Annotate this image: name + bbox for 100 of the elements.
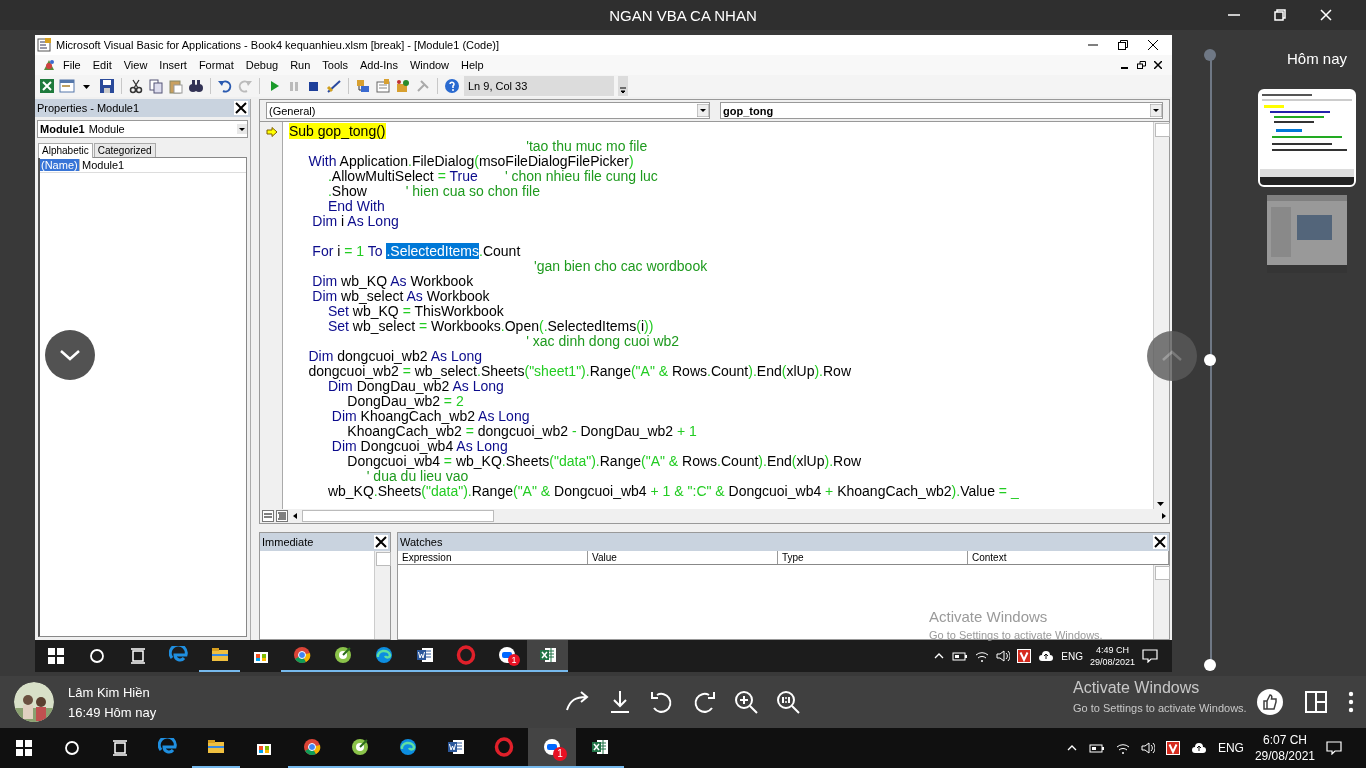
battery-icon[interactable] [1088,742,1105,754]
menu-item[interactable]: Tools [316,59,354,71]
notification-icon[interactable] [1142,649,1158,663]
scrollbar[interactable] [260,509,1169,523]
menu-item[interactable]: Add-Ins [354,59,404,71]
search-icon[interactable] [88,648,105,664]
code-line: Dim wb_KQ As Workbook [311,274,474,289]
close-icon[interactable] [1154,61,1162,69]
timeline-dot[interactable] [1204,49,1216,61]
menu-item[interactable]: Help [455,59,490,71]
menu-item[interactable]: Window [403,59,456,71]
project-icon[interactable] [355,78,371,94]
wifi-icon[interactable] [1115,742,1130,754]
scroll-thumb[interactable] [302,510,494,522]
restore-icon[interactable] [1118,40,1128,50]
tab[interactable]: Alphabetic [38,143,93,158]
scroll-thumb[interactable] [1155,123,1170,137]
code-line: KhoangCach_wb2 = dongcuoi_wb2 - DongDau_wb2 + 1 [346,424,697,439]
thumbnail[interactable] [1260,91,1354,185]
notification-icon[interactable] [1326,741,1342,755]
activation-message: Go to Settings to activate Windows. [1073,702,1247,714]
window-title: NGAN VBA CA NHAN [609,6,757,24]
language-indicator[interactable]: ENG [1217,741,1244,755]
battery-icon[interactable] [952,650,969,662]
language-indicator[interactable]: ENG [1061,650,1083,662]
help-icon[interactable] [444,78,460,94]
thumbnail[interactable] [1267,195,1347,273]
caret-icon [237,124,247,134]
close-icon[interactable] [234,101,248,115]
cloud-icon[interactable] [1038,650,1055,662]
app-icon [332,645,353,665]
code-line: 'gan bien cho cac wordbook [533,259,708,274]
task-view-icon[interactable] [129,648,146,664]
code-line: .Show ' hien cua so chon file [326,184,540,199]
undo-icon[interactable] [217,78,233,94]
task-view-icon[interactable] [112,740,128,756]
menu-item[interactable]: Debug [239,59,285,71]
clock[interactable]: 6:07 CH 29/08/2021 [1254,732,1315,764]
menu-item[interactable]: Run [284,59,317,71]
code-line: ' dua du lieu vao [366,469,469,484]
code-line: Dim wb_select As Workbook [311,289,490,304]
scroll-thumb[interactable] [376,552,391,566]
taskbar-button[interactable]: 1 [528,728,576,768]
wifi-icon[interactable] [975,650,990,662]
code-line: Dim KhoangCach_wb2 As Long [330,409,530,424]
find-icon[interactable] [188,78,204,94]
code-line: Dim DongDau_wb2 As Long [327,379,504,394]
save-icon[interactable] [99,78,115,94]
menu-item[interactable]: Insert [153,59,193,71]
start-icon[interactable] [16,740,32,756]
timeline-dot[interactable] [1204,354,1216,366]
antivirus-icon[interactable] [1165,741,1180,755]
spreadsheet-icon[interactable] [39,78,55,94]
activation-title: Activate Windows [929,608,1049,625]
like-icon[interactable] [1256,688,1284,716]
search-icon[interactable] [64,740,80,756]
clock[interactable]: 4:49 CH 29/08/2021 [1089,644,1135,668]
toolbar-options-icon[interactable] [618,76,628,96]
zoom-in-icon[interactable] [732,688,760,716]
start-icon[interactable] [47,648,64,664]
close-icon[interactable] [1153,535,1167,549]
volume-icon[interactable] [996,650,1011,662]
object-dropdown[interactable]: (General) [266,102,710,119]
code-line: .AllowMultiSelect = True ' chon nhieu file cung luc [326,169,658,184]
code-line: DongDau_wb2 = 2 [346,394,464,409]
property-name[interactable]: (Name) [40,159,80,171]
object-dropdown[interactable]: Module1 Module [37,120,248,138]
scroll-thumb[interactable] [1155,566,1170,580]
copy-icon[interactable] [148,78,164,94]
restore-icon[interactable] [1137,61,1146,69]
document-icon [446,737,466,757]
form-icon[interactable] [59,78,75,94]
scrollbar[interactable] [1153,565,1169,639]
menu-item[interactable]: Format [192,59,240,71]
code-line: Set wb_KQ = ThisWorkbook [326,304,504,319]
close-icon[interactable] [1148,40,1158,50]
design-icon[interactable] [326,78,342,94]
more-icon[interactable] [1348,690,1354,714]
menu-item[interactable]: File [57,59,87,71]
procedure-view-icon[interactable] [262,510,274,522]
scrollbar[interactable] [374,551,390,639]
taskbar-button[interactable] [527,640,568,672]
procedure-dropdown[interactable]: gop_tong [720,102,1163,119]
activation-message: Go to Settings to activate Windows. [929,629,1103,641]
volume-icon[interactable] [1140,742,1155,754]
cut-icon[interactable] [128,78,144,94]
caret-icon [697,104,709,117]
execution-arrow-icon [265,126,278,137]
tab[interactable]: Categorized [93,143,156,157]
close-icon[interactable] [374,535,388,549]
menu-item[interactable]: Edit [86,59,118,71]
menu-item[interactable]: View [117,59,154,71]
restore-icon[interactable] [1274,9,1286,21]
layout-icon[interactable] [1304,690,1328,714]
antivirus-icon[interactable] [1017,649,1032,663]
cloud-icon[interactable] [1190,742,1207,754]
app-icon [350,737,370,757]
actual-size-icon[interactable] [774,688,802,716]
timeline-dot[interactable] [1204,659,1216,671]
module-view-icon[interactable] [276,510,288,522]
